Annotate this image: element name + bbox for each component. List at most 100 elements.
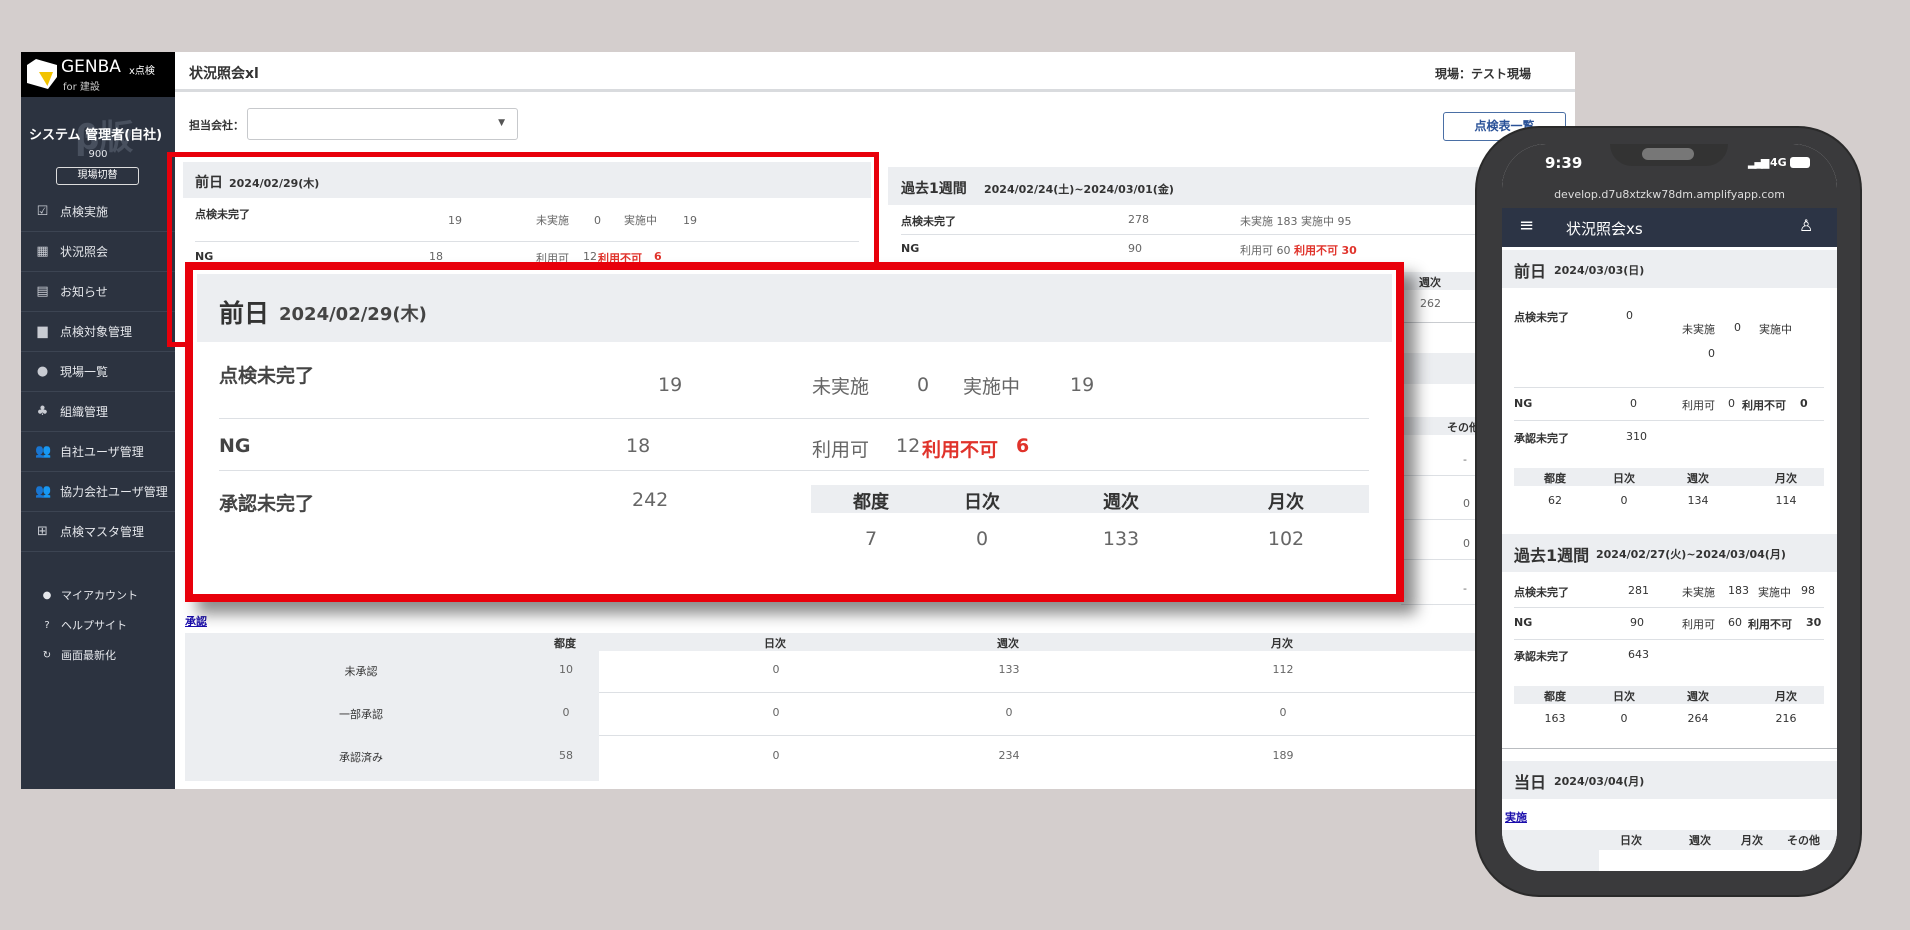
- in-progress-value: 19: [683, 214, 697, 227]
- sidebar-item-label: 現場一覧: [60, 365, 109, 379]
- prev-day-header: 前日 2024/02/29(木): [183, 162, 871, 198]
- sidebar-sub-item-2[interactable]: ↻ 画面最新化: [41, 647, 116, 663]
- phone-week-unapproved-label: 承認未完了: [1514, 650, 1569, 663]
- phone-today-link[interactable]: 実施: [1505, 809, 1527, 825]
- toolbox-icon: ▆: [37, 324, 48, 339]
- week-usable-label: 利用可: [1240, 244, 1273, 257]
- phone-week-in-progress-label: 実施中: [1758, 586, 1791, 599]
- users-icon: 👥: [35, 444, 52, 459]
- divider: [195, 241, 859, 242]
- week-not-started-value: 183: [1276, 215, 1298, 228]
- company-select[interactable]: ▼: [247, 108, 518, 140]
- company-label: 担当会社：: [189, 119, 244, 132]
- phone-status-bar: 9:39 ▂▄▆ 4G develop.d7u8xtzkw78dm.amplif…: [1502, 144, 1837, 208]
- phone-week-unapproved-value: 643: [1628, 648, 1649, 661]
- sidebar-item-3[interactable]: ▆ 点検対象管理: [21, 312, 175, 352]
- sidebar-item-label: 協力会社ユーザ管理: [60, 485, 168, 499]
- callout-unusable-value: 6: [1016, 435, 1030, 457]
- callout-in-progress-value: 19: [1070, 374, 1095, 396]
- phone-today-col-header: その他: [1787, 834, 1820, 847]
- prev-day-title: 前日: [195, 175, 223, 191]
- phone-usable-value: 0: [1728, 397, 1735, 410]
- sidebar-item-5[interactable]: ♣ 組織管理: [21, 392, 175, 432]
- phone-page-title: 状況照会xs: [1566, 220, 1643, 238]
- other-header: その他: [1447, 421, 1480, 434]
- phone-past-week-value-monthly: 216: [1775, 712, 1797, 725]
- approval-row-label: 未承認: [344, 665, 378, 678]
- sidebar: GENBA x点検 for 建設 β版 システム 管理者(自社) 900 現場切…: [21, 52, 175, 789]
- sidebar-sub-item-label: 画面最新化: [61, 649, 116, 662]
- sidebar-sub-item-0[interactable]: ● マイアカウント: [41, 587, 138, 603]
- approval-col-header: 月次: [1271, 637, 1293, 650]
- hamburger-menu-icon[interactable]: ≡: [1519, 215, 1534, 236]
- switch-site-button[interactable]: 現場切替: [56, 167, 139, 185]
- refresh-icon: ↻: [42, 649, 52, 661]
- phone-prev-day-col-daily: 日次: [1613, 472, 1635, 485]
- phone-not-started-value: 0: [1734, 321, 1741, 334]
- callout-incomplete-value: 19: [658, 374, 683, 396]
- sidebar-item-7[interactable]: 👥 協力会社ユーザ管理: [21, 472, 175, 512]
- week-not-started-label: 未実施: [1240, 215, 1273, 228]
- week-in-progress-label: 実施中: [1301, 215, 1334, 228]
- sidebar-item-8[interactable]: ⊞ 点検マスタ管理: [21, 512, 175, 552]
- sidebar-item-4[interactable]: ● 現場一覧: [21, 352, 175, 392]
- callout-ng-value: 18: [626, 435, 651, 457]
- phone-unusable-value: 0: [1800, 397, 1808, 410]
- divider: [1514, 420, 1824, 421]
- phone-prev-day-value-daily: 0: [1620, 494, 1628, 507]
- phone-unapproved-label: 承認未完了: [1514, 432, 1569, 445]
- user-icon[interactable]: ♙: [1799, 216, 1813, 235]
- week-incomplete-label: 点検未完了: [901, 215, 956, 228]
- approval-link[interactable]: 承認: [185, 613, 207, 629]
- phone-screen: 9:39 ▂▄▆ 4G develop.d7u8xtzkw78dm.amplif…: [1502, 144, 1837, 871]
- divider: [1514, 639, 1824, 640]
- sidebar-item-0[interactable]: ☑ 点検実施: [21, 192, 175, 232]
- phone-prev-day-date: 2024/03/03(日): [1554, 264, 1645, 277]
- phone-prev-day-col-weekly: 週次: [1687, 472, 1709, 485]
- other-value: 0: [1463, 537, 1470, 550]
- callout-incomplete-label: 点検未完了: [219, 365, 315, 387]
- sidebar-item-label: 状況照会: [60, 245, 109, 259]
- approval-row-label: 一部承認: [339, 708, 383, 721]
- phone-time: 9:39: [1545, 154, 1583, 172]
- phone-prev-day-value-each: 62: [1548, 494, 1562, 507]
- approval-cell: 0: [562, 706, 570, 719]
- sidebar-item-1[interactable]: ▦ 状況照会: [21, 232, 175, 272]
- phone-today-table-body: [1599, 850, 1837, 871]
- week-incomplete-value: 278: [1128, 213, 1149, 226]
- callout-value-daily: 0: [975, 528, 989, 550]
- in-progress-label: 実施中: [624, 214, 657, 227]
- callout-date: 2024/02/29(木): [279, 304, 427, 325]
- phone-past-week-title: 過去1週間: [1514, 546, 1590, 565]
- logo-text: GENBA: [61, 57, 121, 77]
- page-title: 状況照会xl: [189, 66, 259, 82]
- status-grid-icon: ▦: [36, 244, 49, 259]
- callout-value-monthly: 102: [1267, 528, 1305, 550]
- week-ng-value: 90: [1128, 242, 1142, 255]
- approval-cell: 58: [559, 749, 573, 762]
- logo: GENBA x点検 for 建設: [21, 52, 175, 97]
- approval-row-label: 承認済み: [339, 751, 383, 764]
- phone-incomplete-label: 点検未完了: [1514, 311, 1569, 324]
- callout-col-each: 都度: [853, 492, 889, 513]
- divider: [1514, 387, 1824, 388]
- sidebar-item-label: 点検対象管理: [60, 325, 133, 339]
- approval-col-header: 週次: [997, 637, 1019, 650]
- phone-week-not-started-label: 未実施: [1682, 586, 1715, 599]
- sidebar-item-6[interactable]: 👥 自社ユーザ管理: [21, 432, 175, 472]
- approval-cell: 234: [998, 749, 1020, 762]
- phone-notch: [1610, 144, 1728, 166]
- week-usable-value: 60: [1276, 244, 1291, 257]
- approval-col-header: 都度: [554, 637, 576, 650]
- chevron-down-icon: ▼: [498, 118, 505, 128]
- approval-label-column: [185, 651, 599, 781]
- approval-table-header: [185, 633, 1575, 651]
- past-week-title: 過去1週間: [901, 181, 967, 197]
- phone-past-week-value-each: 163: [1544, 712, 1566, 725]
- sidebar-sub-item-1[interactable]: ? ヘルプサイト: [41, 617, 127, 633]
- phone-prev-day-title: 前日: [1514, 262, 1547, 281]
- phone-url[interactable]: develop.d7u8xtzkw78dm.amplifyapp.com: [1502, 188, 1837, 201]
- location-pin-icon: ●: [36, 364, 49, 379]
- phone-prev-day-col-monthly: 月次: [1775, 472, 1797, 485]
- sidebar-item-2[interactable]: ▤ お知らせ: [21, 272, 175, 312]
